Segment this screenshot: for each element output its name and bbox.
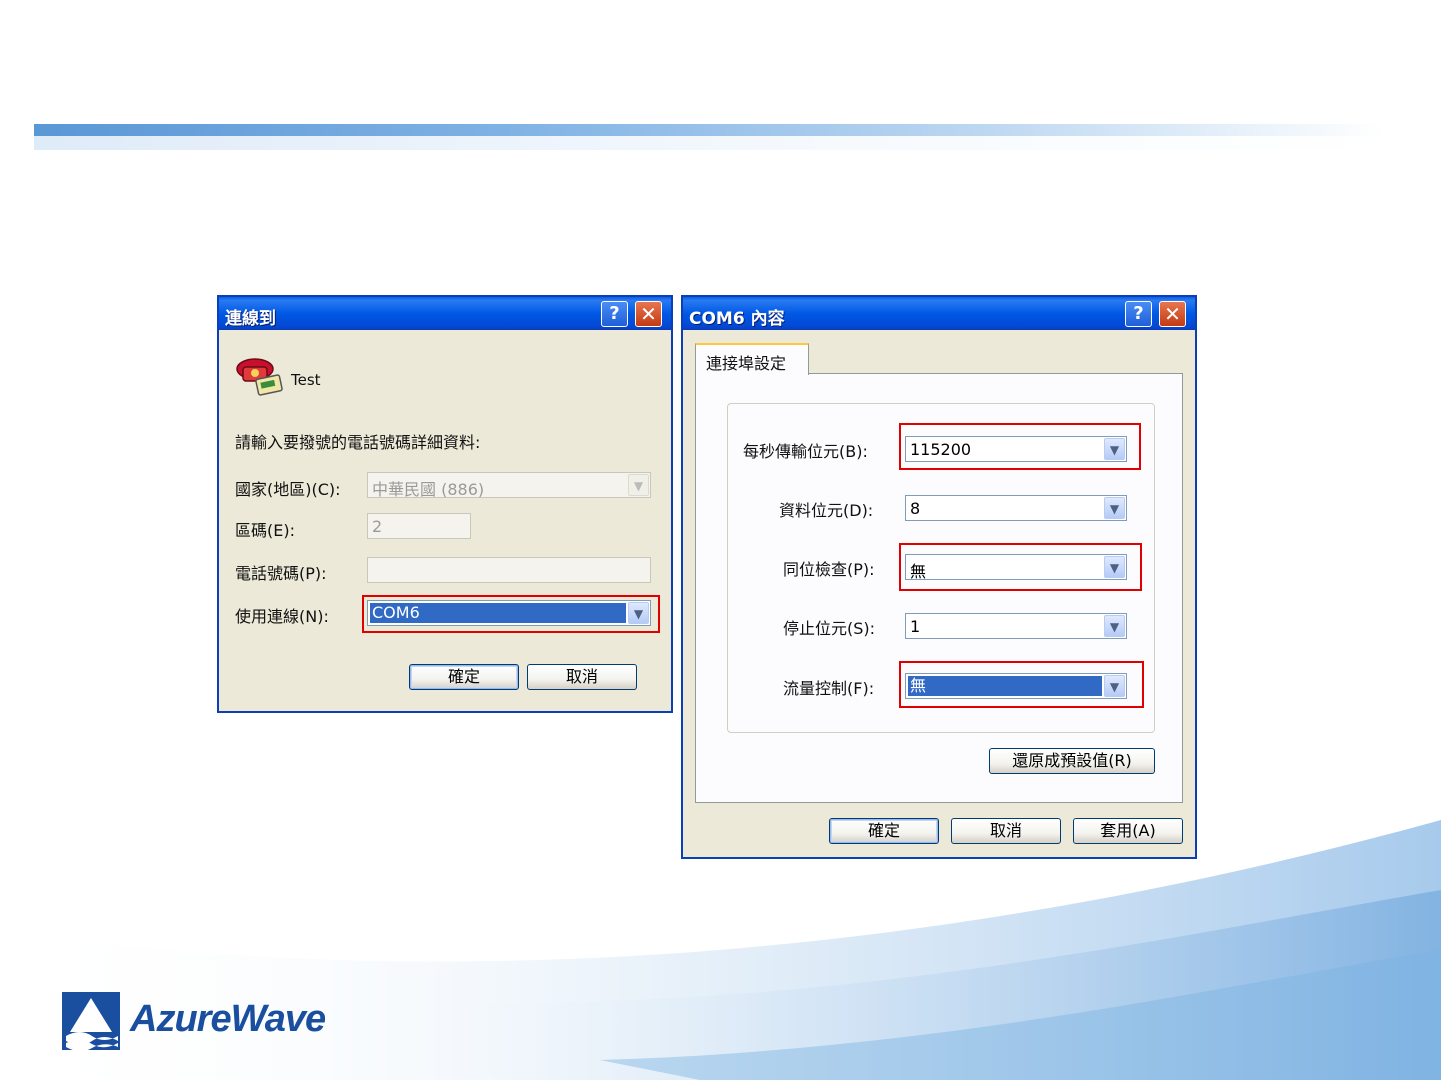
flow-control-label: 流量控制(F):	[783, 679, 875, 698]
data-bits-label: 資料位元(D):	[779, 501, 874, 520]
restore-defaults-button[interactable]: 還原成預設值(R)	[989, 748, 1155, 774]
apply-button[interactable]: 套用(A)	[1073, 818, 1183, 844]
connect-to-dialog: 連線到 ? ✕ Test 請輸入要撥號的電話號碼詳細資料: 國家(地區)(C):…	[217, 295, 673, 713]
connect-using-label: 使用連線(N):	[235, 607, 329, 626]
close-button[interactable]: ✕	[1159, 301, 1186, 327]
stop-bits-value: 1	[910, 617, 921, 636]
ok-button[interactable]: 確定	[409, 664, 519, 690]
highlight-box	[362, 595, 660, 633]
header-bar	[34, 124, 1384, 136]
stop-bits-label: 停止位元(S):	[783, 619, 876, 638]
chevron-down-icon[interactable]: ▼	[1104, 497, 1125, 519]
area-code-label: 區碼(E):	[235, 521, 295, 540]
area-code-value: 2	[372, 517, 383, 536]
data-bits-value: 8	[910, 499, 921, 518]
com-dialog-title: COM6 內容	[689, 309, 785, 329]
connect-dialog-title: 連線到	[225, 309, 276, 329]
help-button[interactable]: ?	[601, 301, 628, 327]
phone-number-label: 電話號碼(P):	[235, 564, 327, 583]
cancel-button[interactable]: 取消	[951, 818, 1061, 844]
chevron-down-icon[interactable]: ▼	[628, 474, 649, 496]
phone-number-input[interactable]	[367, 557, 651, 583]
country-label: 國家(地區)(C):	[235, 480, 341, 499]
tab-port-settings[interactable]: 連接埠設定	[695, 343, 809, 375]
baud-rate-label: 每秒傳輸位元(B):	[743, 442, 868, 461]
phone-icon	[236, 358, 283, 396]
brand-name: AzureWave	[130, 998, 326, 1040]
com-properties-dialog: COM6 內容 ? ✕ 連接埠設定 每秒傳輸位元(B): 115200 ▼ 資料…	[681, 295, 1197, 859]
help-button[interactable]: ?	[1125, 301, 1152, 327]
connection-name: Test	[291, 371, 321, 389]
tab-port-settings-label: 連接埠設定	[706, 354, 787, 373]
parity-label: 同位檢查(P):	[783, 560, 875, 579]
ok-button[interactable]: 確定	[829, 818, 939, 844]
highlight-box	[899, 661, 1144, 708]
data-bits-select[interactable]: 8 ▼	[905, 495, 1127, 521]
com-dialog-titlebar[interactable]: COM6 內容 ? ✕	[683, 297, 1195, 330]
header-bar-shadow	[34, 136, 1384, 150]
cancel-button[interactable]: 取消	[527, 664, 637, 690]
azurewave-logo-icon	[62, 992, 120, 1050]
area-code-input[interactable]: 2	[367, 513, 471, 539]
instruction-text: 請輸入要撥號的電話號碼詳細資料:	[235, 433, 481, 452]
country-select[interactable]: 中華民國 (886) ▼	[367, 472, 651, 499]
chevron-down-icon[interactable]: ▼	[1104, 615, 1125, 637]
highlight-box	[899, 423, 1141, 470]
country-value: 中華民國 (886)	[372, 480, 485, 499]
connect-dialog-titlebar[interactable]: 連線到 ? ✕	[219, 297, 671, 330]
stop-bits-select[interactable]: 1 ▼	[905, 613, 1127, 639]
highlight-box	[899, 543, 1142, 591]
close-button[interactable]: ✕	[635, 301, 662, 327]
